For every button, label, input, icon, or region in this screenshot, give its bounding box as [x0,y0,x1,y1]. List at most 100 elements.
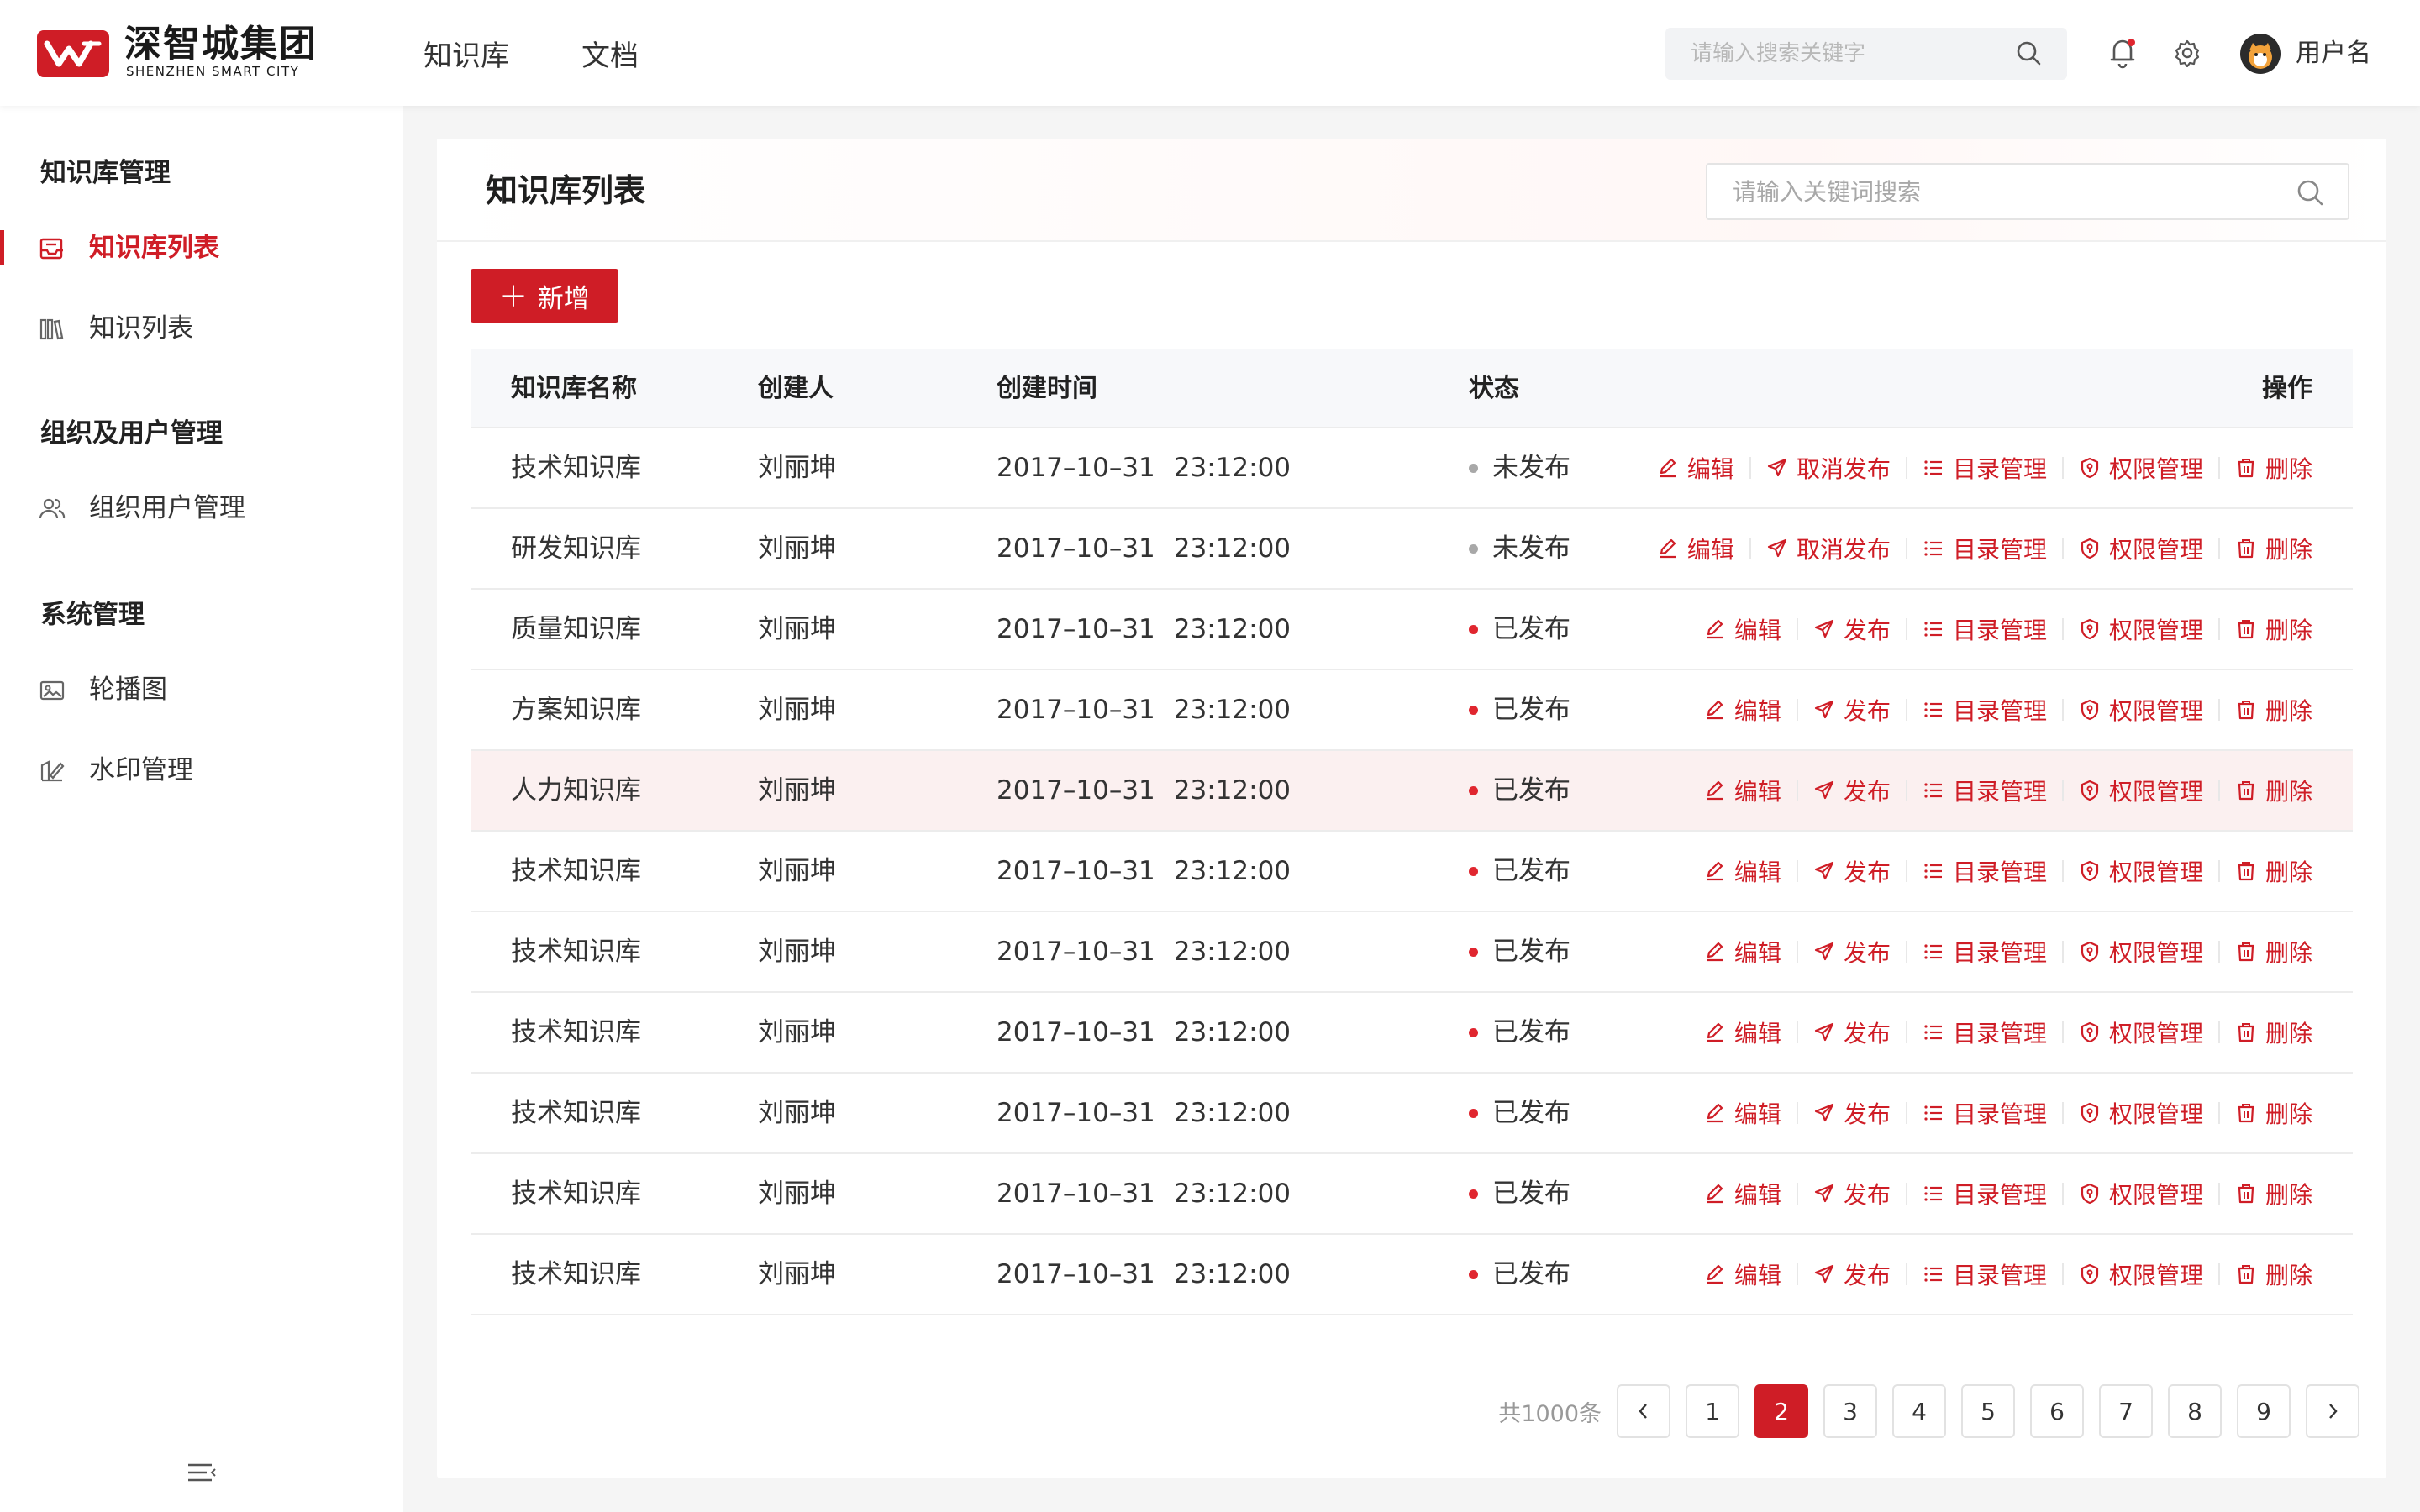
catalog-button[interactable]: 目录管理 [1923,451,2047,485]
delete-button-label: 删除 [2265,1262,2312,1289]
search-icon[interactable] [2015,39,2044,71]
publish-button[interactable]: 发布 [1813,854,1891,888]
permission-button[interactable]: 权限管理 [2079,1177,2203,1210]
edit-button[interactable]: 编辑 [1704,1016,1781,1049]
page-button[interactable]: 1 [1686,1384,1739,1438]
delete-button[interactable]: 删除 [2235,612,2312,646]
search-icon[interactable] [2296,178,2326,212]
topnav-item-knowledge-base[interactable]: 知识库 [424,33,509,74]
keyword-search-input[interactable] [1733,165,2270,218]
edit-button[interactable]: 编辑 [1704,854,1781,888]
edit-button[interactable]: 编辑 [1704,1177,1781,1210]
table-row[interactable]: 技术知识库 刘丽坤 2017–10–31 23:12:00 已发布 编辑 发布 目录管理 权限管… [471,912,2353,993]
permission-button-label: 权限管理 [2108,697,2203,725]
delete-button[interactable]: 删除 [2235,693,2312,727]
table-row[interactable]: 技术知识库 刘丽坤 2017–10–31 23:12:00 已发布 编辑 发布 目录管理 权限管… [471,832,2353,912]
permission-button[interactable]: 权限管理 [2079,1257,2203,1291]
catalog-button[interactable]: 目录管理 [1923,1096,2047,1130]
catalog-button[interactable]: 目录管理 [1923,1177,2047,1210]
sidebar-item-knowledge-list[interactable]: 知识列表 [0,301,403,356]
page-button[interactable]: 2 [1754,1384,1808,1438]
permission-button[interactable]: 权限管理 [2079,693,2203,727]
permission-button-label: 权限管理 [2108,1262,2203,1289]
collapse-menu-icon[interactable] [187,1460,217,1488]
publish-button[interactable]: 发布 [1813,693,1891,727]
sidebar-item-watermark[interactable]: 水印管理 [0,743,403,798]
permission-button[interactable]: 权限管理 [2079,1096,2203,1130]
next-page-button[interactable] [2306,1384,2360,1438]
publish-button[interactable]: 发布 [1813,1257,1891,1291]
delete-button[interactable]: 删除 [2235,935,2312,969]
publish-button[interactable]: 发布 [1813,1016,1891,1049]
edit-button[interactable]: 编辑 [1704,1257,1781,1291]
gear-icon[interactable] [2173,39,2202,71]
edit-button[interactable]: 编辑 [1704,935,1781,969]
delete-button[interactable]: 删除 [2235,532,2312,565]
edit-button[interactable]: 编辑 [1657,532,1734,565]
publish-button[interactable]: 发布 [1813,774,1891,807]
table-row[interactable]: 质量知识库 刘丽坤 2017–10–31 23:12:00 已发布 编辑 发布 目录管理 权限管… [471,590,2353,670]
catalog-button[interactable]: 目录管理 [1923,612,2047,646]
edit-button[interactable]: 编辑 [1657,451,1734,485]
cell-status: 已发布 [1469,670,1570,749]
unpublish-button[interactable]: 取消发布 [1766,532,1891,565]
topnav-item-documents[interactable]: 文档 [581,33,639,74]
delete-button[interactable]: 删除 [2235,854,2312,888]
edit-button[interactable]: 编辑 [1704,1096,1781,1130]
table-row[interactable]: 研发知识库 刘丽坤 2017–10–31 23:12:00 未发布 编辑 取消发布 目录管理 权… [471,509,2353,590]
permission-button[interactable]: 权限管理 [2079,612,2203,646]
delete-button[interactable]: 删除 [2235,774,2312,807]
table-row[interactable]: 人力知识库 刘丽坤 2017–10–31 23:12:00 已发布 编辑 发布 目录管理 权限管… [471,751,2353,832]
catalog-button[interactable]: 目录管理 [1923,935,2047,969]
page-button[interactable]: 6 [2030,1384,2084,1438]
delete-button[interactable]: 删除 [2235,451,2312,485]
page-button[interactable]: 9 [2237,1384,2291,1438]
add-button[interactable]: + 新增 [471,269,618,323]
sidebar-item-org-users[interactable]: 组织用户管理 [0,480,403,536]
permission-button[interactable]: 权限管理 [2079,854,2203,888]
catalog-button[interactable]: 目录管理 [1923,1016,2047,1049]
permission-button[interactable]: 权限管理 [2079,1016,2203,1049]
catalog-button[interactable]: 目录管理 [1923,532,2047,565]
sidebar-item-carousel[interactable]: 轮播图 [0,662,403,717]
publish-button[interactable]: 发布 [1813,1177,1891,1210]
delete-button[interactable]: 删除 [2235,1016,2312,1049]
delete-button[interactable]: 删除 [2235,1177,2312,1210]
edit-button[interactable]: 编辑 [1704,693,1781,727]
sidebar-item-knowledge-base-list[interactable]: 知识库列表 [0,220,403,276]
username[interactable]: 用户名 [2296,34,2371,74]
permission-button[interactable]: 权限管理 [2079,532,2203,565]
permission-button[interactable]: 权限管理 [2079,935,2203,969]
page-button[interactable]: 4 [1892,1384,1946,1438]
avatar[interactable] [2240,34,2281,74]
prev-page-button[interactable] [1617,1384,1670,1438]
table-row[interactable]: 技术知识库 刘丽坤 2017–10–31 23:12:00 已发布 编辑 发布 目录管理 权限管… [471,1154,2353,1235]
page-button[interactable]: 8 [2168,1384,2222,1438]
catalog-button[interactable]: 目录管理 [1923,854,2047,888]
permission-button[interactable]: 权限管理 [2079,774,2203,807]
page-button[interactable]: 3 [1823,1384,1877,1438]
action-divider [2217,1183,2220,1205]
table-row[interactable]: 技术知识库 刘丽坤 2017–10–31 23:12:00 已发布 编辑 发布 目录管理 权限管… [471,1235,2353,1315]
edit-button[interactable]: 编辑 [1704,612,1781,646]
delete-button[interactable]: 删除 [2235,1096,2312,1130]
catalog-button[interactable]: 目录管理 [1923,774,2047,807]
publish-button[interactable]: 发布 [1813,612,1891,646]
edit-button[interactable]: 编辑 [1704,774,1781,807]
table-row[interactable]: 方案知识库 刘丽坤 2017–10–31 23:12:00 已发布 编辑 发布 目录管理 权限管… [471,670,2353,751]
brand-logo[interactable]: 深智城集团 SHENZHEN SMART CITY [37,24,323,81]
delete-button[interactable]: 删除 [2235,1257,2312,1291]
catalog-button[interactable]: 目录管理 [1923,693,2047,727]
table-row[interactable]: 技术知识库 刘丽坤 2017–10–31 23:12:00 已发布 编辑 发布 目录管理 权限管… [471,993,2353,1074]
page-button[interactable]: 7 [2099,1384,2153,1438]
table-row[interactable]: 技术知识库 刘丽坤 2017–10–31 23:12:00 已发布 编辑 发布 目录管理 权限管… [471,1074,2353,1154]
catalog-button[interactable]: 目录管理 [1923,1257,2047,1291]
unpublish-button[interactable]: 取消发布 [1766,451,1891,485]
page-button[interactable]: 5 [1961,1384,2015,1438]
publish-button[interactable]: 发布 [1813,1096,1891,1130]
publish-button[interactable]: 发布 [1813,935,1891,969]
permission-button[interactable]: 权限管理 [2079,451,2203,485]
global-search-input[interactable] [1691,28,2010,80]
table-row[interactable]: 技术知识库 刘丽坤 2017–10–31 23:12:00 未发布 编辑 取消发布 目录管理 权… [471,428,2353,509]
action-divider [2061,1021,2064,1043]
